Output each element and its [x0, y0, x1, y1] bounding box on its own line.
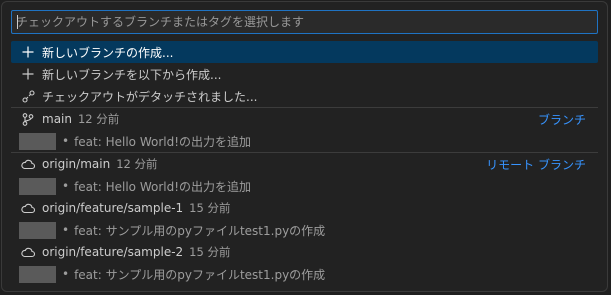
branch-search-input[interactable]	[16, 11, 593, 33]
branch-time: 12 分前	[116, 157, 158, 171]
branch-name: origin/feature/sample-2	[42, 245, 184, 259]
create-branch-action[interactable]: 新しいブランチの作成...	[11, 41, 598, 63]
branch-time: 15 分前	[189, 245, 231, 259]
branch-commit-detail: • feat: サンプル用のpyファイルtest1.pyの作成	[11, 263, 598, 285]
branch-commit-detail: • feat: サンプル用のpyファイルtest1.pyの作成	[11, 219, 598, 241]
branch-item-main[interactable]: main 12 分前 ブランチ	[11, 108, 598, 130]
branch-name: main	[42, 112, 72, 126]
action-label: チェックアウトがデタッチされました...	[42, 89, 258, 104]
bullet: •	[62, 267, 70, 281]
cloud-icon	[21, 157, 35, 171]
action-label: 新しいブランチを以下から作成...	[42, 67, 222, 82]
checkout-detached-action[interactable]: チェックアウトがデタッチされました...	[11, 85, 598, 107]
group-kind-label: ブランチ	[537, 112, 586, 127]
branch-quick-pick: 新しいブランチの作成... 新しいブランチを以下から作成... チェックアウトが…	[1, 1, 608, 292]
commit-message: feat: サンプル用のpyファイルtest1.pyの作成	[74, 267, 326, 282]
branch-search-input-box[interactable]	[11, 10, 598, 34]
plus-icon	[21, 67, 35, 81]
branch-name: origin/feature/sample-1	[42, 201, 184, 215]
bullet: •	[62, 134, 70, 148]
bullet: •	[62, 223, 70, 237]
cloud-icon	[21, 245, 35, 259]
commit-message: feat: サンプル用のpyファイルtest1.pyの作成	[74, 223, 326, 238]
branch-commit-detail: • feat: Hello World!の出力を追加	[11, 130, 598, 152]
text-caret	[17, 15, 18, 29]
group-kind-label: リモート ブランチ	[486, 157, 586, 172]
action-label: 新しいブランチの作成...	[42, 45, 174, 60]
branch-list: 新しいブランチの作成... 新しいブランチを以下から作成... チェックアウトが…	[11, 41, 598, 285]
commit-message: feat: Hello World!の出力を追加	[74, 134, 252, 149]
bullet: •	[62, 179, 70, 193]
git-detach-icon	[21, 89, 35, 103]
branch-time: 15 分前	[189, 201, 231, 215]
plus-icon	[21, 45, 35, 59]
git-branch-icon	[21, 112, 35, 126]
branch-item-origin-main[interactable]: origin/main 12 分前 リモート ブランチ	[11, 153, 598, 175]
avatar	[19, 132, 56, 150]
branch-commit-detail: • feat: Hello World!の出力を追加	[11, 175, 598, 197]
avatar	[19, 265, 56, 283]
create-branch-from-action[interactable]: 新しいブランチを以下から作成...	[11, 63, 598, 85]
branch-item-origin-feature-sample-2[interactable]: origin/feature/sample-2 15 分前	[11, 241, 598, 263]
avatar	[19, 221, 56, 239]
avatar	[19, 177, 56, 195]
branch-name: origin/main	[42, 157, 111, 171]
branch-time: 12 分前	[77, 112, 120, 126]
cloud-icon	[21, 201, 35, 215]
branch-item-origin-feature-sample-1[interactable]: origin/feature/sample-1 15 分前	[11, 197, 598, 219]
commit-message: feat: Hello World!の出力を追加	[74, 179, 252, 194]
